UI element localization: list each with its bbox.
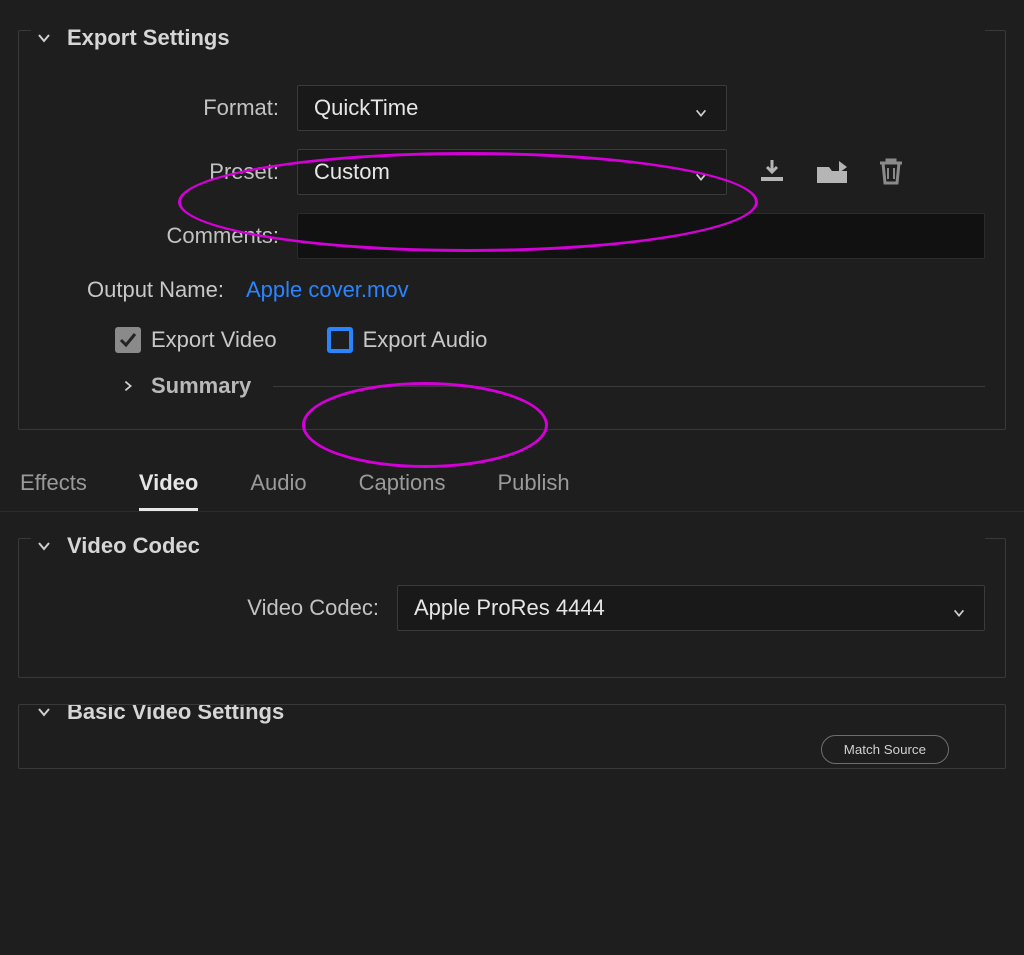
chevron-down-icon [952, 600, 968, 616]
save-preset-icon[interactable] [757, 155, 793, 189]
tab-captions[interactable]: Captions [359, 464, 446, 511]
export-video-label: Export Video [151, 327, 277, 353]
comments-label: Comments: [39, 223, 279, 249]
preset-value: Custom [314, 159, 390, 185]
video-codec-section: Video Codec Video Codec: Apple ProRes 44… [18, 538, 1006, 678]
tab-video[interactable]: Video [139, 464, 199, 511]
tab-effects[interactable]: Effects [20, 464, 87, 511]
export-video-checkbox[interactable] [115, 327, 141, 353]
divider [273, 386, 985, 387]
chevron-down-icon [694, 164, 710, 180]
preset-label: Preset: [39, 159, 279, 185]
tab-publish[interactable]: Publish [498, 464, 570, 511]
tabs-bar: Effects Video Audio Captions Publish [0, 452, 1024, 512]
export-settings-title: Export Settings [67, 25, 230, 51]
export-audio-checkbox[interactable] [327, 327, 353, 353]
comments-input[interactable] [297, 213, 985, 259]
video-codec-title: Video Codec [67, 533, 200, 559]
video-codec-value: Apple ProRes 4444 [414, 595, 605, 621]
export-settings-section: Export Settings Format: QuickTime Preset… [18, 30, 1006, 430]
video-codec-dropdown[interactable]: Apple ProRes 4444 [397, 585, 985, 631]
tab-audio[interactable]: Audio [250, 464, 306, 511]
match-source-button[interactable]: Match Source [821, 735, 949, 764]
chevron-down-icon [694, 100, 710, 116]
output-name-label: Output Name: [87, 277, 224, 303]
format-dropdown[interactable]: QuickTime [297, 85, 727, 131]
chevron-right-icon[interactable] [119, 377, 137, 395]
summary-title: Summary [151, 373, 251, 399]
preset-dropdown[interactable]: Custom [297, 149, 727, 195]
output-name-link[interactable]: Apple cover.mov [246, 277, 409, 303]
video-codec-label: Video Codec: [39, 595, 379, 621]
chevron-down-icon[interactable] [35, 29, 53, 47]
basic-video-settings-section: Basic Video Settings Match Source [18, 704, 1006, 769]
chevron-down-icon[interactable] [35, 704, 53, 721]
trash-icon[interactable] [873, 155, 909, 189]
export-audio-label: Export Audio [363, 327, 488, 353]
basic-video-settings-title: Basic Video Settings [67, 704, 284, 725]
format-label: Format: [39, 95, 279, 121]
import-preset-icon[interactable] [815, 155, 851, 189]
chevron-down-icon[interactable] [35, 537, 53, 555]
format-value: QuickTime [314, 95, 418, 121]
